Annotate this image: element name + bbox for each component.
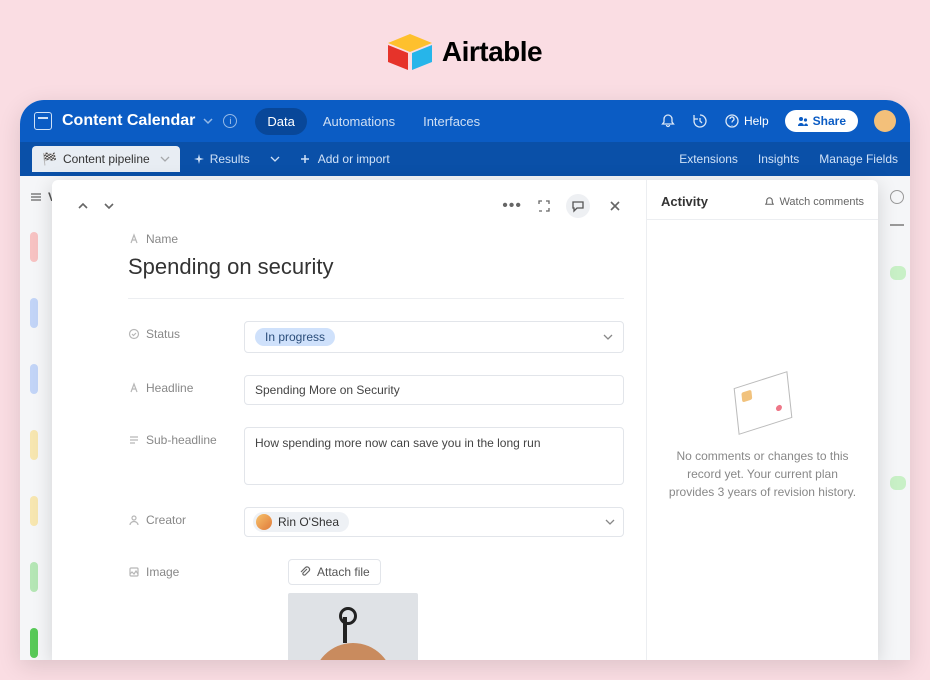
comments-icon[interactable]: [566, 194, 590, 218]
sub-headline-input[interactable]: How spending more now can save you in th…: [244, 427, 624, 485]
tab-interfaces[interactable]: Interfaces: [411, 108, 492, 135]
table-tab-row: 🏁 Content pipeline Results Add or import…: [20, 142, 910, 176]
base-icon: [34, 112, 52, 130]
creator-chip: Rin O'Shea: [253, 512, 349, 532]
airtable-logo-icon: [388, 34, 432, 70]
row-color-stripes: [30, 232, 38, 658]
tab-data[interactable]: Data: [255, 108, 306, 135]
share-button[interactable]: Share: [785, 110, 858, 132]
longtext-icon: [128, 434, 140, 446]
table-tab-icon: 🏁: [42, 152, 57, 166]
toolbar-fragment: [890, 224, 904, 226]
link-manage-fields[interactable]: Manage Fields: [819, 152, 898, 166]
record-detail: ••• Name: [52, 180, 646, 660]
brand-header: Airtable: [388, 34, 542, 70]
name-field-label: Name: [128, 232, 624, 246]
app-frame: Content Calendar i Data Automations Inte…: [20, 100, 910, 660]
tab-automations[interactable]: Automations: [311, 108, 407, 135]
table-tab-content-pipeline[interactable]: 🏁 Content pipeline: [32, 146, 180, 172]
help-icon: [724, 113, 740, 129]
creator-avatar: [256, 514, 272, 530]
week-pill-fragment: [890, 476, 906, 490]
select-icon: [128, 328, 140, 340]
search-icon[interactable]: [890, 190, 904, 204]
status-select[interactable]: In progress: [244, 321, 624, 353]
results-tab[interactable]: Results: [194, 152, 280, 166]
bell-icon: [764, 196, 775, 207]
next-record-button[interactable]: [100, 197, 118, 215]
sub-headline-field-label: Sub-headline: [128, 427, 244, 447]
user-avatar[interactable]: [874, 110, 896, 132]
creator-field-label: Creator: [128, 507, 244, 527]
add-or-import[interactable]: Add or import: [300, 152, 390, 166]
sparkle-icon: [194, 154, 204, 164]
text-icon: [128, 382, 140, 394]
chevron-down-icon[interactable]: [160, 154, 170, 164]
watch-comments-button[interactable]: Watch comments: [764, 196, 864, 208]
record-title[interactable]: Spending on security: [128, 254, 624, 280]
person-icon: [128, 514, 140, 526]
menu-icon[interactable]: [30, 191, 42, 203]
empty-state-icon: [733, 371, 792, 435]
expand-icon[interactable]: [532, 194, 556, 218]
more-menu-button[interactable]: •••: [502, 197, 522, 215]
link-insights[interactable]: Insights: [758, 152, 799, 166]
paperclip-icon: [299, 566, 311, 578]
chevron-down-icon: [605, 517, 615, 527]
activity-title: Activity: [661, 194, 708, 209]
activity-panel: Activity Watch comments No comments or c…: [646, 180, 878, 660]
history-icon[interactable]: [692, 113, 708, 129]
chevron-down-icon: [603, 332, 613, 342]
plus-icon: [300, 154, 310, 164]
record-modal: ••• Name: [52, 180, 878, 660]
info-icon[interactable]: i: [223, 114, 237, 128]
top-tabs: Data Automations Interfaces: [255, 108, 492, 135]
headline-field-label: Headline: [128, 375, 244, 395]
link-extensions[interactable]: Extensions: [679, 152, 738, 166]
text-icon: [128, 233, 140, 245]
status-pill: In progress: [255, 328, 335, 346]
divider: [128, 298, 624, 299]
image-field-label: Image: [128, 559, 288, 579]
help-link[interactable]: Help: [724, 113, 769, 129]
bell-icon[interactable]: [660, 113, 676, 129]
grid-background: V: [20, 176, 910, 660]
chevron-down-icon[interactable]: [270, 154, 280, 164]
close-button[interactable]: [606, 197, 624, 215]
week-pill-fragment: [890, 266, 906, 280]
attachment-icon: [128, 566, 140, 578]
top-bar: Content Calendar i Data Automations Inte…: [20, 100, 910, 142]
people-icon: [797, 115, 809, 127]
prev-record-button[interactable]: [74, 197, 92, 215]
creator-select[interactable]: Rin O'Shea: [244, 507, 624, 537]
image-thumbnail[interactable]: [288, 593, 418, 660]
activity-empty-text: No comments or changes to this record ye…: [667, 447, 858, 501]
status-field-label: Status: [128, 321, 244, 341]
attach-file-button[interactable]: Attach file: [288, 559, 381, 585]
brand-name: Airtable: [442, 36, 542, 68]
chevron-down-icon[interactable]: [203, 116, 213, 126]
base-name[interactable]: Content Calendar: [62, 112, 195, 130]
headline-input[interactable]: Spending More on Security: [244, 375, 624, 405]
